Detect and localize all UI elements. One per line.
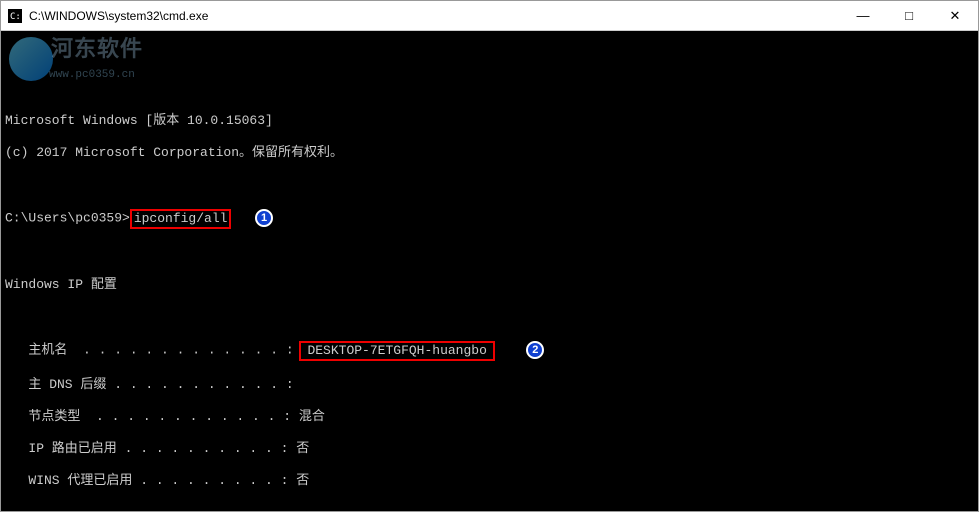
marker-1: 1 (255, 209, 273, 227)
maximize-button[interactable]: □ (886, 1, 932, 31)
marker-2: 2 (526, 341, 544, 359)
watermark-url: www.pc0359.cn (49, 67, 135, 83)
wins-proxy-line: WINS 代理已启用 . . . . . . . . . : 否 (5, 473, 974, 489)
ip-routing-line: IP 路由已启用 . . . . . . . . . . : 否 (5, 441, 974, 457)
hostname-value: DESKTOP-7ETGFQH-huangbo (307, 343, 486, 358)
titlebar[interactable]: C: C:\WINDOWS\system32\cmd.exe — □ ✕ (1, 1, 978, 31)
section-ip-config: Windows IP 配置 (5, 277, 974, 293)
dns-suffix-line: 主 DNS 后缀 . . . . . . . . . . . : (5, 377, 974, 393)
command-highlight: ipconfig/all (130, 209, 232, 229)
cmd-window: C: C:\WINDOWS\system32\cmd.exe — □ ✕ 河东软… (0, 0, 979, 512)
terminal-body[interactable]: 河东软件 www.pc0359.cn Microsoft Windows [版本… (1, 31, 978, 511)
close-button[interactable]: ✕ (932, 1, 978, 31)
node-type-line: 节点类型 . . . . . . . . . . . . : 混合 (5, 409, 974, 425)
hostname-line: 主机名 . . . . . . . . . . . . . : DESKTOP-… (5, 341, 974, 361)
header-line-2: (c) 2017 Microsoft Corporation。保留所有权利。 (5, 145, 974, 161)
svg-text:C:: C: (10, 12, 21, 22)
prompt-path: C:\Users\pc0359> (5, 210, 130, 225)
hostname-highlight: DESKTOP-7ETGFQH-huangbo (299, 341, 494, 361)
prompt-line: C:\Users\pc0359> ipconfig/all 1 (5, 209, 974, 229)
cmd-icon: C: (7, 8, 23, 24)
watermark: 河东软件 www.pc0359.cn (1, 31, 221, 87)
header-line-1: Microsoft Windows [版本 10.0.15063] (5, 113, 974, 129)
window-controls: — □ ✕ (840, 1, 978, 31)
minimize-button[interactable]: — (840, 1, 886, 31)
command-text: ipconfig/all (134, 211, 228, 226)
window-title: C:\WINDOWS\system32\cmd.exe (29, 9, 840, 23)
watermark-brand: 河东软件 (51, 43, 143, 59)
